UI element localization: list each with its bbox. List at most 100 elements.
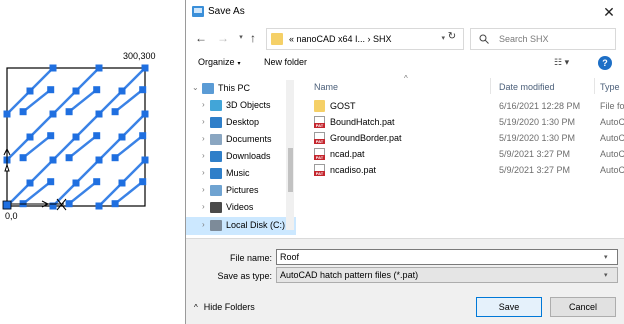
music-icon (210, 168, 222, 179)
grip-handle[interactable] (95, 110, 103, 118)
downloads-icon (210, 151, 222, 162)
expand-chevron-icon[interactable]: › (202, 185, 205, 194)
grip-handle[interactable] (141, 110, 149, 118)
grip-handle[interactable] (26, 133, 34, 141)
grip-handle[interactable] (72, 133, 80, 141)
file-name-input[interactable] (276, 249, 618, 265)
grip-handle[interactable] (19, 108, 27, 116)
grip-handle[interactable] (139, 178, 147, 186)
nav-item-3d-objects[interactable]: › 3D Objects (186, 97, 296, 114)
nav-item-local-disk[interactable]: › Local Disk (C:) (186, 217, 296, 235)
grip-handle[interactable] (72, 179, 80, 187)
origin-grip[interactable] (2, 200, 12, 210)
file-row[interactable]: GOST 6/16/2021 12:28 PM File fo (304, 98, 624, 114)
grip-handle[interactable] (118, 87, 126, 95)
cancel-button[interactable]: Cancel (550, 297, 616, 317)
nav-item-downloads[interactable]: › Downloads (186, 148, 296, 165)
file-row[interactable]: ncadiso.pat 5/9/2021 3:27 PM AutoC (304, 162, 624, 178)
grip-handle[interactable] (118, 179, 126, 187)
hide-folders-button[interactable]: ^ Hide Folders (194, 302, 255, 312)
close-button[interactable]: ✕ (593, 0, 624, 24)
nav-item-this-pc[interactable]: ⌄ This PC (186, 80, 296, 97)
grip-handle[interactable] (3, 110, 11, 118)
organize-label: Organize (198, 57, 235, 67)
grip-handle[interactable] (65, 200, 73, 208)
grip-handle[interactable] (93, 178, 101, 186)
back-button[interactable]: ← (194, 30, 208, 46)
desktop-icon (210, 117, 222, 128)
file-type: AutoC (600, 133, 624, 143)
new-folder-button[interactable]: New folder (264, 57, 307, 67)
save-as-type-select[interactable]: AutoCAD hatch pattern files (*.pat) (276, 267, 618, 283)
collapse-chevron-icon[interactable]: ⌄ (192, 83, 199, 92)
grip-handle[interactable] (26, 87, 34, 95)
grip-handle[interactable] (65, 108, 73, 116)
nav-item-documents[interactable]: › Documents (186, 131, 296, 148)
expand-chevron-icon[interactable]: › (202, 151, 205, 160)
grip-handle[interactable] (19, 154, 27, 162)
pictures-icon (210, 185, 222, 196)
column-divider[interactable] (594, 78, 595, 94)
grip-handle[interactable] (47, 86, 55, 94)
view-options-icon[interactable]: ☷ ▾ (554, 57, 569, 68)
refresh-button[interactable]: ↻ (444, 30, 460, 44)
grip-handle[interactable] (47, 178, 55, 186)
file-row[interactable]: GroundBorder.pat 5/19/2020 1:30 PM AutoC (304, 130, 624, 146)
help-icon[interactable]: ? (598, 56, 612, 70)
grip-handle[interactable] (65, 154, 73, 162)
up-button[interactable]: ↑ (246, 30, 260, 46)
save-button[interactable]: Save (476, 297, 542, 317)
grip-handle[interactable] (141, 156, 149, 164)
grip-handle[interactable] (49, 110, 57, 118)
grip-handle[interactable] (49, 156, 57, 164)
organize-button[interactable]: Organize ▾ (198, 57, 241, 67)
grip-handle[interactable] (49, 64, 57, 72)
grip-handle[interactable] (47, 132, 55, 140)
nav-item-videos[interactable]: › Videos (186, 199, 296, 216)
dialog-footer: File name: ▾ Save as type: AutoCAD hatch… (186, 238, 624, 324)
column-divider[interactable] (490, 78, 491, 94)
search-input[interactable]: Search SHX (470, 28, 616, 50)
grip-handle[interactable] (139, 132, 147, 140)
expand-chevron-icon[interactable]: › (202, 220, 205, 229)
forward-button[interactable]: → (216, 30, 230, 46)
grip-handle[interactable] (111, 200, 119, 208)
column-header-name[interactable]: Name (314, 82, 338, 92)
nav-item-pictures[interactable]: › Pictures (186, 182, 296, 199)
column-header-type[interactable]: Type (600, 82, 620, 92)
grip-handle[interactable] (72, 87, 80, 95)
grip-handle[interactable] (26, 179, 34, 187)
title-bar[interactable]: Save As ✕ (186, 0, 624, 24)
nav-pane-scrollbar-thumb[interactable] (288, 148, 293, 192)
grip-handle[interactable] (111, 108, 119, 116)
nav-item-desktop[interactable]: › Desktop (186, 114, 296, 131)
expand-chevron-icon[interactable]: › (202, 134, 205, 143)
nav-item-music[interactable]: › Music (186, 165, 296, 182)
file-row[interactable]: ncad.pat 5/9/2021 3:27 PM AutoC (304, 146, 624, 162)
grip-handle[interactable] (111, 154, 119, 162)
file-list: ^ Name Date modified Type GOST 6/16/2021… (304, 74, 624, 236)
expand-chevron-icon[interactable]: › (202, 202, 205, 211)
address-bar[interactable]: « nanoCAD x64 I... › SHX ▾ (266, 28, 464, 50)
folder-icon (314, 100, 325, 112)
grip-handle[interactable] (95, 202, 103, 210)
expand-chevron-icon[interactable]: › (202, 168, 205, 177)
grip-handle[interactable] (141, 64, 149, 72)
grip-handle[interactable] (95, 156, 103, 164)
expand-chevron-icon[interactable]: › (202, 100, 205, 109)
file-row[interactable]: BoundHatch.pat 5/19/2020 1:30 PM AutoC (304, 114, 624, 130)
file-date: 5/19/2020 1:30 PM (499, 117, 576, 127)
column-header-date[interactable]: Date modified (499, 82, 555, 92)
address-path: « nanoCAD x64 I... › SHX (289, 34, 392, 44)
type-chevron-icon[interactable]: ▾ (604, 271, 608, 279)
file-date: 5/9/2021 3:27 PM (499, 149, 571, 159)
file-name: GOST (330, 101, 356, 111)
grip-handle[interactable] (93, 132, 101, 140)
grip-handle[interactable] (139, 86, 147, 94)
file-name-chevron-icon[interactable]: ▾ (604, 253, 608, 261)
grip-handle[interactable] (95, 64, 103, 72)
expand-chevron-icon[interactable]: › (202, 117, 205, 126)
navigation-pane: ⌄ This PC › 3D Objects › Desktop › Docum… (186, 78, 296, 236)
grip-handle[interactable] (118, 133, 126, 141)
grip-handle[interactable] (93, 86, 101, 94)
